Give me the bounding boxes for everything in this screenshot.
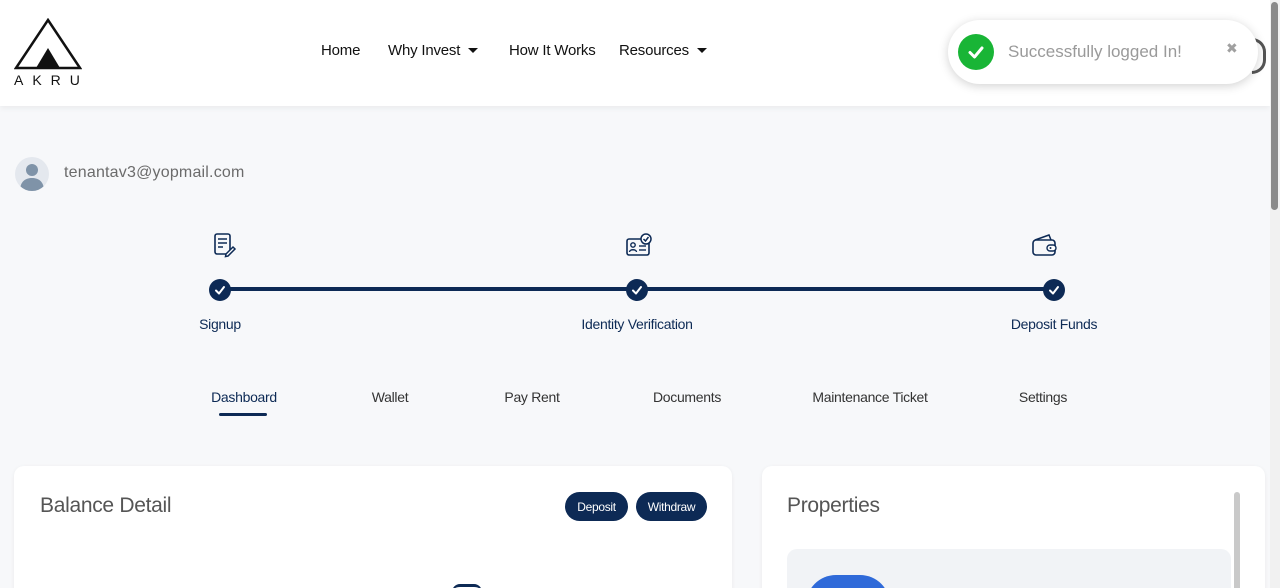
toast-message: Successfully logged In! [1008, 42, 1182, 61]
step-deposit-check-icon [1043, 279, 1065, 301]
caret-down-icon [696, 48, 707, 53]
logo-text: AKRU [14, 72, 89, 88]
page-scrollbar-thumb[interactable] [1271, 2, 1278, 210]
properties-scrollbar[interactable] [1234, 492, 1240, 588]
logo-mark-icon [14, 18, 82, 70]
toast-close-icon[interactable]: ✖ [1226, 40, 1238, 57]
akru-logo[interactable]: AKRU [14, 18, 82, 90]
step-label-identity: Identity Verification [581, 316, 693, 332]
user-email: tenantav3@yopmail.com [64, 164, 245, 181]
nav-why-invest[interactable]: Why Invest [388, 42, 479, 59]
active-tab-indicator [219, 413, 267, 416]
tab-dashboard[interactable]: Dashboard [211, 389, 277, 405]
wallet-icon [1031, 232, 1057, 258]
step-label-deposit: Deposit Funds [1010, 316, 1098, 332]
nav-how-it-works-label: How It Works [509, 42, 596, 59]
nav-how-it-works[interactable]: How It Works [509, 42, 596, 59]
caret-down-icon [468, 48, 479, 53]
login-success-toast: Successfully logged In! ✖ [948, 20, 1258, 84]
balance-detail-card [14, 466, 732, 588]
properties-title: Properties [787, 494, 880, 517]
balance-chart-arc [452, 584, 482, 588]
nav-resources-label: Resources [619, 42, 689, 59]
nav-home-label: Home [321, 42, 361, 59]
nav-why-invest-label: Why Invest [388, 42, 461, 59]
check-circle-icon [958, 34, 994, 70]
nav-resources[interactable]: Resources [619, 42, 707, 59]
tab-documents[interactable]: Documents [653, 389, 721, 405]
tab-pay-rent[interactable]: Pay Rent [504, 389, 559, 405]
step-identity-check-icon [626, 279, 648, 301]
tab-wallet[interactable]: Wallet [372, 389, 409, 405]
user-avatar-icon[interactable] [15, 157, 49, 191]
signup-form-icon [211, 232, 237, 258]
nav-home[interactable]: Home [321, 42, 360, 59]
tab-maintenance-ticket[interactable]: Maintenance Ticket [812, 389, 928, 405]
id-card-verified-icon [625, 232, 652, 258]
step-label-signup: Signup [199, 316, 241, 332]
balance-detail-title: Balance Detail [40, 494, 172, 517]
step-signup-check-icon [209, 279, 231, 301]
deposit-button[interactable]: Deposit [565, 492, 628, 521]
withdraw-button[interactable]: Withdraw [636, 492, 707, 521]
tab-settings[interactable]: Settings [1019, 389, 1067, 405]
